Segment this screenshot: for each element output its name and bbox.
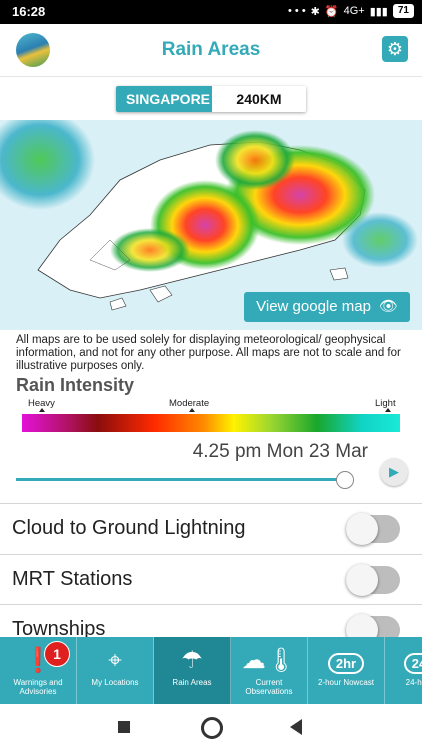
- view-google-map-button[interactable]: View google map 👁: [244, 292, 410, 322]
- view-google-map-label: View google map: [256, 298, 371, 315]
- timeline-slider-handle[interactable]: [336, 471, 355, 489]
- cloud-2hr-icon: 2hr: [308, 647, 384, 678]
- nav-2hour-nowcast[interactable]: 2hr 2-hour Nowcast: [308, 637, 385, 704]
- switch-knob: [346, 564, 378, 596]
- system-nav-bar: [0, 704, 422, 750]
- legend-tick-light: [385, 408, 391, 412]
- rain-intensity-scale: [22, 414, 400, 432]
- signal-icon: ▮▮▮: [369, 5, 388, 18]
- legend-tick-heavy: [39, 408, 45, 412]
- notification-dots-icon: • • •: [288, 5, 306, 17]
- app-bar: Rain Areas ⚙: [0, 24, 422, 77]
- umbrella-rain-icon: ☂: [181, 647, 203, 674]
- rain-intensity-title: Rain Intensity: [16, 375, 135, 395]
- divider: [0, 554, 422, 555]
- switch-knob: [346, 513, 378, 545]
- radar-timestamp: 4.25 pm Mon 23 Mar: [192, 441, 368, 462]
- divider: [0, 503, 422, 504]
- play-button[interactable]: ▶: [380, 458, 408, 486]
- nav-my-locations-label: My Locations: [91, 678, 139, 687]
- home-icon[interactable]: [201, 717, 223, 739]
- toggle-row-mrt: MRT Stations: [0, 556, 422, 604]
- toggle-label-lightning: Cloud to Ground Lightning: [12, 517, 246, 539]
- nav-warnings[interactable]: ❗ 1 Warnings and Advisories: [0, 637, 77, 704]
- back-icon[interactable]: [290, 719, 302, 735]
- region-option-240km[interactable]: 240KM: [212, 86, 306, 112]
- cloud-24hr-icon: 24h: [385, 647, 422, 678]
- nav-rain-areas[interactable]: ☂ Rain Areas: [154, 637, 231, 704]
- nav-24hour-forecast[interactable]: 24h 24-hour F: [385, 637, 422, 704]
- play-icon: ▶: [389, 464, 399, 479]
- battery-level: 71: [392, 4, 414, 18]
- cloud-2hr-icon-text: 2hr: [327, 653, 365, 674]
- region-toggle: SINGAPORE 240KM: [116, 86, 306, 112]
- page-title: Rain Areas: [161, 39, 261, 60]
- status-icons: • • • ✱ ⏰ 4G+ ▮▮▮ 71: [288, 4, 414, 18]
- lightning-switch[interactable]: [346, 513, 400, 545]
- toggle-label-mrt: MRT Stations: [12, 568, 133, 590]
- cloud-24hr-icon-text: 24h: [403, 653, 422, 674]
- alarm-icon: ⏰: [324, 5, 339, 18]
- recent-apps-icon[interactable]: [118, 721, 130, 733]
- nav-warnings-label: Warnings and Advisories: [13, 678, 63, 696]
- nav-my-locations[interactable]: ⌖ My Locations: [77, 637, 154, 704]
- region-option-singapore[interactable]: SINGAPORE: [116, 86, 212, 112]
- bluetooth-icon: ✱: [310, 5, 320, 18]
- warnings-badge: 1: [44, 641, 70, 667]
- eye-icon: 👁: [378, 298, 398, 315]
- status-time: 16:28: [12, 4, 46, 19]
- status-bar: 16:28 • • • ✱ ⏰ 4G+ ▮▮▮ 71: [0, 0, 422, 24]
- network-type: 4G+: [343, 5, 365, 17]
- gear-icon: ⚙: [386, 39, 404, 59]
- nav-2hour-nowcast-label: 2-hour Nowcast: [317, 678, 375, 687]
- thermometer-cloud-icon: ☁🌡: [241, 647, 297, 674]
- timeline-slider[interactable]: [16, 478, 352, 481]
- rain-map[interactable]: View google map 👁: [0, 120, 422, 330]
- nav-current-observations-label: Current Observations: [245, 678, 293, 696]
- nav-current-observations[interactable]: ☁🌡 Current Observations: [231, 637, 308, 704]
- nav-24hour-forecast-label: 24-hour F: [405, 678, 422, 687]
- bottom-nav: ❗ 1 Warnings and Advisories ⌖ My Locatio…: [0, 637, 422, 704]
- nav-rain-areas-label: Rain Areas: [172, 678, 212, 687]
- mrt-switch[interactable]: [346, 564, 400, 596]
- legend-tick-moderate: [189, 408, 195, 412]
- toggle-row-lightning: Cloud to Ground Lightning: [0, 505, 422, 553]
- map-disclaimer: All maps are to be used solely for displ…: [16, 334, 401, 372]
- location-target-icon: ⌖: [108, 647, 122, 674]
- settings-button[interactable]: ⚙: [382, 36, 408, 62]
- divider: [0, 604, 422, 605]
